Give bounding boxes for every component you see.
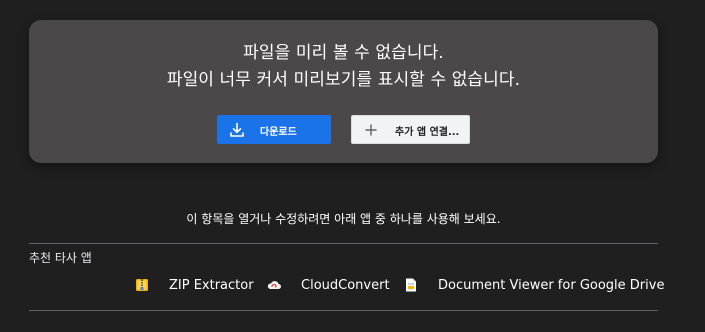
add-app-button-label: 추가 앱 연결... — [395, 127, 460, 138]
divider — [29, 243, 658, 244]
app-cloudconvert[interactable]: CloudConvert — [266, 277, 390, 293]
app-name: CloudConvert — [301, 277, 390, 293]
cloudconvert-icon — [267, 281, 281, 289]
divider — [29, 310, 658, 311]
app-document-viewer[interactable]: Document Viewer for Google Drive — [403, 277, 664, 293]
zip-extractor-icon — [136, 279, 148, 291]
app-name: Document Viewer for Google Drive — [438, 277, 665, 293]
file-too-large-message: 파일이 너무 커서 미리보기를 표시할 수 없습니다. — [166, 70, 521, 90]
document-viewer-icon — [406, 278, 416, 292]
open-with-hint: 이 항목을 열거나 수정하려면 아래 앱 중 하나를 사용해 보세요. — [186, 212, 501, 226]
app-zip-extractor[interactable]: ZIP Extractor — [134, 277, 254, 293]
recommended-apps-heading: 추천 타사 앱 — [29, 251, 92, 265]
download-button[interactable]: 다운로드 — [217, 115, 331, 144]
app-name: ZIP Extractor — [169, 277, 254, 293]
plus-icon — [365, 124, 377, 136]
download-button-label: 다운로드 — [260, 127, 297, 138]
preview-unavailable-message: 파일을 미리 볼 수 없습니다. — [243, 43, 444, 63]
download-icon — [230, 122, 244, 137]
add-app-button[interactable]: 추가 앱 연결... — [351, 115, 470, 144]
preview-unavailable-card: 파일을 미리 볼 수 없습니다. 파일이 너무 커서 미리보기를 표시할 수 없… — [29, 20, 658, 163]
